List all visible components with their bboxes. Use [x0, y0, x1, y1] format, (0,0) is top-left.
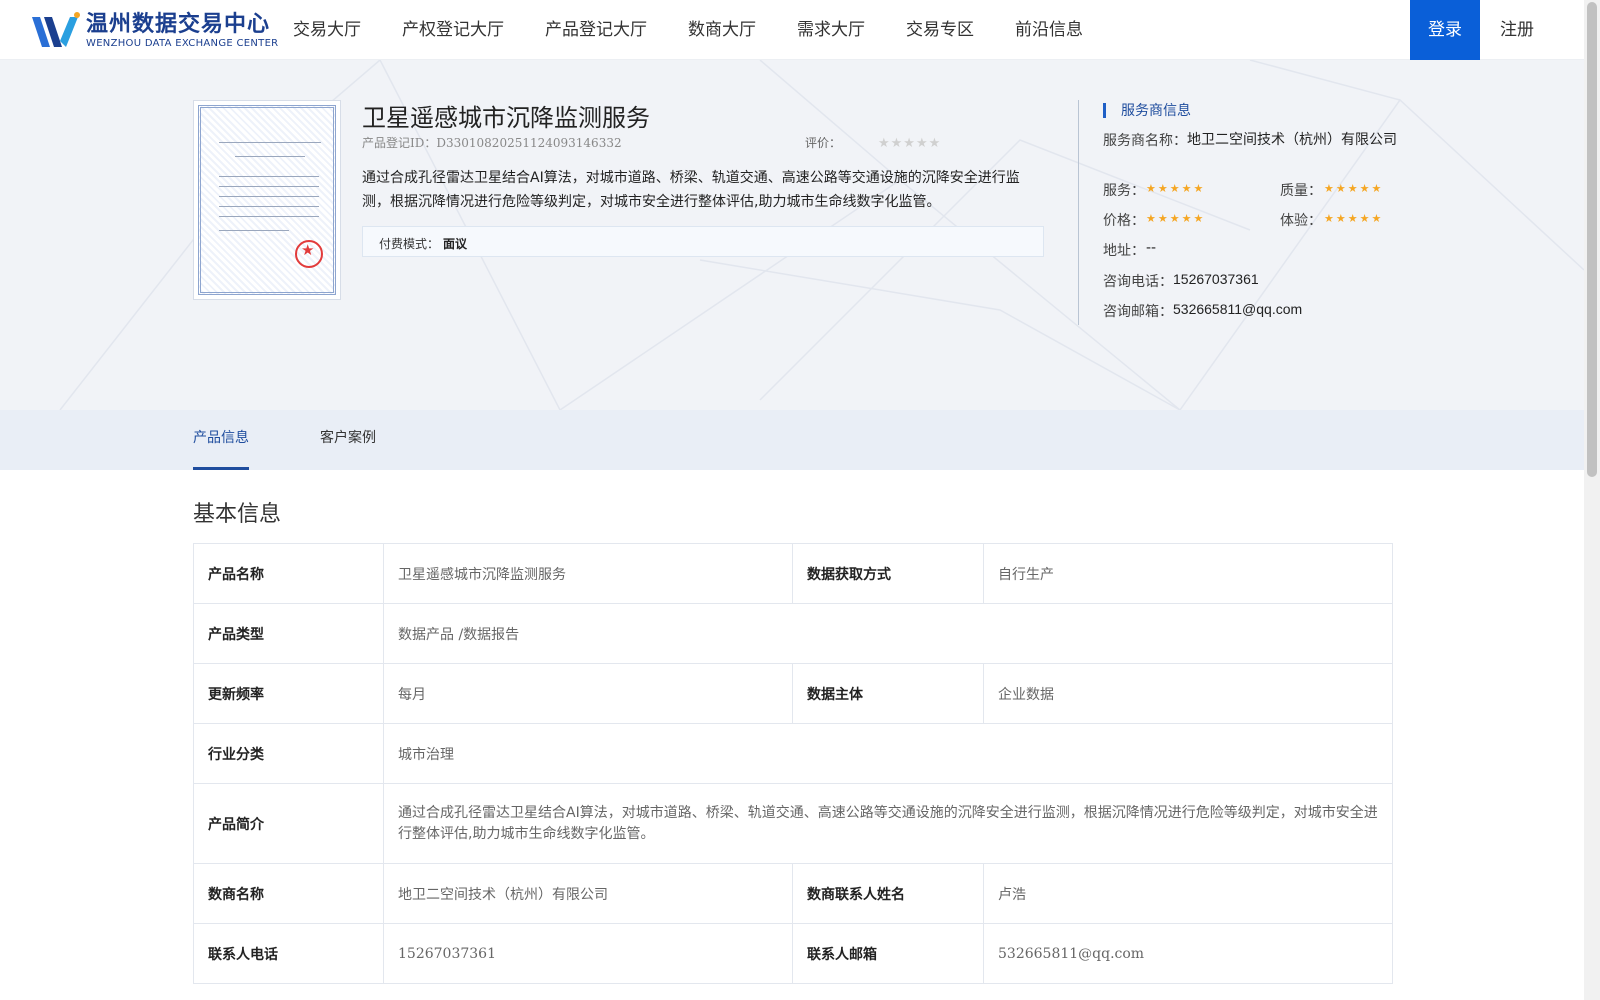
rating-label: 评价： — [805, 136, 842, 150]
table-row: 产品类型 数据产品 /数据报告 — [193, 603, 1393, 664]
contact-phone-label: 联系人电话 — [193, 923, 384, 984]
update-frequency-value: 每月 — [383, 663, 793, 724]
rating-stars[interactable]: ★★★★★ — [878, 136, 941, 151]
tab-customer-cases[interactable]: 客户案例 — [320, 410, 376, 470]
product-name-value: 卫星遥感城市沉降监测服务 — [383, 543, 793, 604]
service-rating-stars: ★★★★★ — [1146, 182, 1206, 195]
detail-tabs: 产品信息 客户案例 — [0, 410, 1584, 470]
basic-info-title: 基本信息 — [193, 502, 282, 527]
nav-item-frontier-news[interactable]: 前沿信息 — [1015, 0, 1083, 60]
contact-phone-value: 15267037361 — [383, 923, 793, 984]
data-source-value: 自行生产 — [983, 543, 1393, 604]
payment-mode-box: 付费模式： 面议 — [362, 226, 1044, 257]
login-button[interactable]: 登录 — [1410, 0, 1480, 60]
contact-name-value: 卢浩 — [983, 863, 1393, 924]
email-value[interactable]: 532665811@qq.com — [1173, 301, 1302, 317]
table-row: 数商名称 地卫二空间技术（杭州）有限公司 数商联系人姓名 卢浩 — [193, 863, 1393, 924]
site-logo[interactable]: 温州数据交易中心 WENZHOU DATA EXCHANGE CENTER — [30, 10, 278, 52]
industry-value: 城市治理 — [383, 723, 1393, 784]
hero-divider — [1078, 100, 1079, 325]
product-certificate-image[interactable]: ★ — [193, 100, 341, 300]
top-header: 温州数据交易中心 WENZHOU DATA EXCHANGE CENTER 交易… — [0, 0, 1584, 60]
phone-label: 咨询电话： — [1103, 274, 1173, 290]
quality-rating-stars: ★★★★★ — [1324, 182, 1384, 195]
quality-rating-label: 质量： — [1280, 183, 1322, 199]
nav-item-merchant-hall[interactable]: 数商大厅 — [688, 0, 756, 60]
table-row: 行业分类 城市治理 — [193, 723, 1393, 784]
provider-heading-bar — [1103, 103, 1106, 118]
product-type-value: 数据产品 /数据报告 — [383, 603, 1393, 664]
provider-name-label: 服务商名称： — [1103, 133, 1187, 149]
experience-rating-stars: ★★★★★ — [1324, 212, 1384, 225]
update-frequency-label: 更新频率 — [193, 663, 384, 724]
contact-email-value: 532665811@qq.com — [983, 923, 1393, 984]
product-hero: ★ 卫星遥感城市沉降监测服务 产品登记ID：D33010820251124093… — [0, 60, 1584, 410]
nav-item-trading-hall[interactable]: 交易大厅 — [293, 0, 361, 60]
service-rating-label: 服务： — [1103, 183, 1145, 199]
basic-info-table: 产品名称 卫星遥感城市沉降监测服务 数据获取方式 自行生产 产品类型 数据产品 … — [193, 543, 1393, 984]
phone-value: 15267037361 — [1173, 271, 1259, 287]
payment-mode-label: 付费模式： — [379, 237, 440, 251]
product-intro-value: 通过合成孔径雷达卫星结合AI算法，对城市道路、桥梁、轨道交通、高速公路等交通设施… — [383, 783, 1393, 864]
logo-title: 温州数据交易中心 — [86, 11, 271, 37]
product-intro-label: 产品简介 — [193, 783, 384, 864]
logo-subtitle: WENZHOU DATA EXCHANGE CENTER — [86, 37, 279, 49]
register-link[interactable]: 注册 — [1500, 0, 1534, 60]
experience-rating-label: 体验： — [1280, 213, 1322, 229]
product-title: 卫星遥感城市沉降监测服务 — [362, 104, 650, 132]
contact-email-label: 联系人邮箱 — [792, 923, 984, 984]
table-row: 产品简介 通过合成孔径雷达卫星结合AI算法，对城市道路、桥梁、轨道交通、高速公路… — [193, 783, 1393, 864]
tab-product-info[interactable]: 产品信息 — [193, 410, 249, 470]
page-scrollbar[interactable] — [1584, 0, 1600, 1000]
table-row: 产品名称 卫星遥感城市沉降监测服务 数据获取方式 自行生产 — [193, 543, 1393, 604]
contact-name-label: 数商联系人姓名 — [792, 863, 984, 924]
address-label: 地址： — [1103, 243, 1145, 259]
product-type-label: 产品类型 — [193, 603, 384, 664]
scrollbar-thumb[interactable] — [1587, 2, 1597, 477]
nav-item-trading-zone[interactable]: 交易专区 — [906, 0, 974, 60]
product-id-label: 产品登记ID： — [362, 136, 437, 150]
product-id-value: D33010820251124093146332 — [436, 136, 622, 150]
nav-item-demand-hall[interactable]: 需求大厅 — [797, 0, 865, 60]
logo-mark-icon — [32, 12, 80, 47]
main-nav: 交易大厅 产权登记大厅 产品登记大厅 数商大厅 需求大厅 交易专区 前沿信息 — [293, 0, 1124, 60]
price-rating-stars: ★★★★★ — [1146, 212, 1206, 225]
table-row: 联系人电话 15267037361 联系人邮箱 532665811@qq.com — [193, 923, 1393, 984]
product-id: 产品登记ID：D33010820251124093146332 — [362, 134, 622, 151]
data-subject-value: 企业数据 — [983, 663, 1393, 724]
address-value: -- — [1146, 240, 1157, 256]
provider-name-value[interactable]: 地卫二空间技术（杭州）有限公司 — [1187, 130, 1397, 151]
provider-heading: 服务商信息 — [1121, 103, 1191, 119]
data-source-label: 数据获取方式 — [792, 543, 984, 604]
industry-label: 行业分类 — [193, 723, 384, 784]
product-description: 通过合成孔径雷达卫星结合AI算法，对城市道路、桥梁、轨道交通、高速公路等交通设施… — [362, 170, 1020, 210]
merchant-name-value: 地卫二空间技术（杭州）有限公司 — [383, 863, 793, 924]
nav-item-property-registration[interactable]: 产权登记大厅 — [402, 0, 504, 60]
price-rating-label: 价格： — [1103, 213, 1145, 229]
table-row: 更新频率 每月 数据主体 企业数据 — [193, 663, 1393, 724]
data-subject-label: 数据主体 — [792, 663, 984, 724]
product-name-label: 产品名称 — [193, 543, 384, 604]
merchant-name-label: 数商名称 — [193, 863, 384, 924]
seal-star-icon: ★ — [301, 241, 315, 259]
nav-item-product-registration[interactable]: 产品登记大厅 — [545, 0, 647, 60]
payment-mode-value: 面议 — [443, 237, 468, 251]
email-label: 咨询邮箱： — [1103, 304, 1173, 320]
